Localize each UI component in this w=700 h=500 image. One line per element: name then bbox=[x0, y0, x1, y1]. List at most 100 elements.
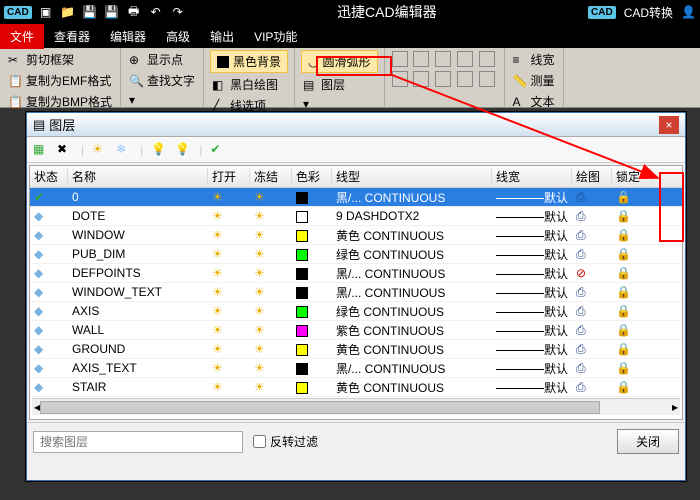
lineweight-cell[interactable]: 默认 bbox=[492, 398, 572, 399]
view-icon[interactable] bbox=[413, 71, 429, 87]
ribbon-measure[interactable]: 📏测量 bbox=[511, 71, 557, 90]
col-ltype[interactable]: 线型 bbox=[332, 168, 492, 185]
color-swatch[interactable] bbox=[292, 266, 332, 280]
lineweight-cell[interactable]: 默认 bbox=[492, 379, 572, 396]
snowflake-icon[interactable]: ❄ bbox=[116, 142, 132, 158]
freeze-toggle[interactable]: ☀ bbox=[250, 380, 292, 394]
open-toggle[interactable]: ☀ bbox=[208, 380, 250, 394]
linetype-cell[interactable]: 黑/... CONTINUOUS bbox=[332, 398, 492, 399]
table-row[interactable]: ◆STAIR☀☀黄色 CONTINUOUS默认⎙🔒 bbox=[30, 378, 682, 397]
lineweight-cell[interactable]: 默认 bbox=[492, 208, 572, 225]
open-icon[interactable]: 📁 bbox=[60, 4, 76, 20]
linetype-cell[interactable]: 黑/... CONTINUOUS bbox=[332, 284, 492, 301]
lock-toggle[interactable]: 🔒 bbox=[612, 342, 652, 356]
save-icon[interactable]: 💾 bbox=[82, 4, 98, 20]
col-name[interactable]: 名称 bbox=[68, 168, 208, 185]
plot-toggle[interactable]: ⎙ bbox=[572, 361, 612, 376]
color-swatch[interactable] bbox=[292, 304, 332, 318]
color-swatch[interactable] bbox=[292, 190, 332, 204]
menu-viewer[interactable]: 查看器 bbox=[44, 24, 100, 49]
menu-vip[interactable]: VIP功能 bbox=[244, 24, 307, 49]
redo-icon[interactable]: ↷ bbox=[170, 4, 186, 20]
view-icon[interactable] bbox=[457, 71, 473, 87]
color-swatch[interactable] bbox=[292, 361, 332, 375]
ribbon-more2[interactable]: ▾ bbox=[301, 96, 378, 112]
lock-toggle[interactable]: 🔒 bbox=[612, 380, 652, 394]
freeze-toggle[interactable]: ☀ bbox=[250, 209, 292, 223]
plot-toggle[interactable]: ⎙ bbox=[572, 342, 612, 357]
ribbon-cut[interactable]: ✂剪切框架 bbox=[6, 50, 114, 69]
view-icon[interactable] bbox=[435, 71, 451, 87]
menu-editor[interactable]: 编辑器 bbox=[100, 24, 156, 49]
freeze-toggle[interactable]: ☀ bbox=[250, 266, 292, 280]
lineweight-cell[interactable]: 默认 bbox=[492, 303, 572, 320]
ribbon-copy-bmp[interactable]: 📋复制为BMP格式 bbox=[6, 92, 114, 111]
lock-toggle[interactable]: 🔒 bbox=[612, 266, 652, 280]
sun-icon[interactable]: ☀ bbox=[92, 142, 108, 158]
open-toggle[interactable]: ☀ bbox=[208, 304, 250, 318]
ribbon-findtext[interactable]: 🔍查找文字 bbox=[127, 71, 197, 90]
linetype-cell[interactable]: 绿色 CONTINUOUS bbox=[332, 246, 492, 263]
lineweight-cell[interactable]: 默认 bbox=[492, 360, 572, 377]
plot-toggle[interactable]: ⎙ bbox=[572, 285, 612, 300]
lock-toggle[interactable]: 🔒 bbox=[612, 285, 652, 299]
linetype-cell[interactable]: 黄色 CONTINUOUS bbox=[332, 227, 492, 244]
plot-toggle[interactable]: ⎙ bbox=[572, 190, 612, 205]
table-row[interactable]: ◆DEFPOINTS☀☀黑/... CONTINUOUS默认⊘🔒 bbox=[30, 264, 682, 283]
freeze-toggle[interactable]: ☀ bbox=[250, 304, 292, 318]
close-button[interactable]: 关闭 bbox=[617, 429, 679, 454]
linetype-cell[interactable]: 黑/... CONTINUOUS bbox=[332, 189, 492, 206]
saveas-icon[interactable]: 💾 bbox=[104, 4, 120, 20]
user-icon[interactable]: 👤 bbox=[681, 5, 696, 19]
table-row[interactable]: ◆PUB_DIM☀☀绿色 CONTINUOUS默认⎙🔒 bbox=[30, 245, 682, 264]
plot-toggle[interactable]: ⎙ bbox=[572, 228, 612, 243]
freeze-toggle[interactable]: ☀ bbox=[250, 323, 292, 337]
color-swatch[interactable] bbox=[292, 228, 332, 242]
open-toggle[interactable]: ☀ bbox=[208, 361, 250, 375]
ribbon-blackbg[interactable]: 黑色背景 bbox=[210, 50, 288, 73]
col-freeze[interactable]: 冻结 bbox=[250, 168, 292, 185]
lineweight-cell[interactable]: 默认 bbox=[492, 322, 572, 339]
reverse-filter-checkbox[interactable]: 反转过滤 bbox=[253, 433, 318, 450]
table-row[interactable]: ◆AXIS_TEXT☀☀黑/... CONTINUOUS默认⎙🔒 bbox=[30, 359, 682, 378]
lock-toggle[interactable]: 🔒 bbox=[612, 247, 652, 261]
lock-toggle[interactable]: 🔒 bbox=[612, 228, 652, 242]
linetype-cell[interactable]: 黄色 CONTINUOUS bbox=[332, 379, 492, 396]
view-icon[interactable] bbox=[413, 51, 429, 67]
color-swatch[interactable] bbox=[292, 323, 332, 337]
freeze-toggle[interactable]: ☀ bbox=[250, 361, 292, 375]
open-toggle[interactable]: ☀ bbox=[208, 285, 250, 299]
color-swatch[interactable] bbox=[292, 342, 332, 356]
menu-output[interactable]: 输出 bbox=[200, 24, 244, 49]
plot-toggle[interactable]: ⎙ bbox=[572, 304, 612, 319]
search-input[interactable] bbox=[33, 431, 243, 453]
table-row[interactable]: ◆WINDOW☀☀黄色 CONTINUOUS默认⎙🔒 bbox=[30, 226, 682, 245]
lock-toggle[interactable]: 🔒 bbox=[612, 304, 652, 318]
lock-toggle[interactable]: 🔒 bbox=[612, 361, 652, 375]
table-row[interactable]: ✔0☀☀黑/... CONTINUOUS默认⎙🔒 bbox=[30, 188, 682, 207]
lock-toggle[interactable]: 🔒 bbox=[612, 209, 652, 223]
plot-toggle[interactable]: ⎙ bbox=[572, 323, 612, 338]
cad-convert-link[interactable]: CAD转换 bbox=[624, 4, 673, 21]
open-toggle[interactable]: ☀ bbox=[208, 190, 250, 204]
menu-file[interactable]: 文件 bbox=[0, 24, 44, 49]
color-swatch[interactable] bbox=[292, 247, 332, 261]
plot-toggle[interactable]: ⎙ bbox=[572, 209, 612, 224]
open-toggle[interactable]: ☀ bbox=[208, 323, 250, 337]
plot-toggle[interactable]: ⎙ bbox=[572, 380, 612, 395]
open-toggle[interactable]: ☀ bbox=[208, 342, 250, 356]
lineweight-cell[interactable]: 默认 bbox=[492, 189, 572, 206]
view-icon[interactable] bbox=[457, 51, 473, 67]
lineweight-cell[interactable]: 默认 bbox=[492, 246, 572, 263]
view-icon[interactable] bbox=[479, 71, 495, 87]
lineweight-cell[interactable]: 默认 bbox=[492, 265, 572, 282]
ribbon-copy-emf[interactable]: 📋复制为EMF格式 bbox=[6, 71, 114, 90]
view-icon[interactable] bbox=[392, 71, 408, 87]
view-icon[interactable] bbox=[392, 51, 408, 67]
table-row[interactable]: ◆WALL☀☀紫色 CONTINUOUS默认⎙🔒 bbox=[30, 321, 682, 340]
table-row[interactable]: ◆GROUND☀☀黄色 CONTINUOUS默认⎙🔒 bbox=[30, 340, 682, 359]
ribbon-showpt[interactable]: ⊕显示点 bbox=[127, 50, 197, 69]
linetype-cell[interactable]: 黄色 CONTINUOUS bbox=[332, 341, 492, 358]
table-row[interactable]: ◆AXIS☀☀绿色 CONTINUOUS默认⎙🔒 bbox=[30, 302, 682, 321]
table-row[interactable]: ◆WINDOW_TEXT☀☀黑/... CONTINUOUS默认⎙🔒 bbox=[30, 283, 682, 302]
